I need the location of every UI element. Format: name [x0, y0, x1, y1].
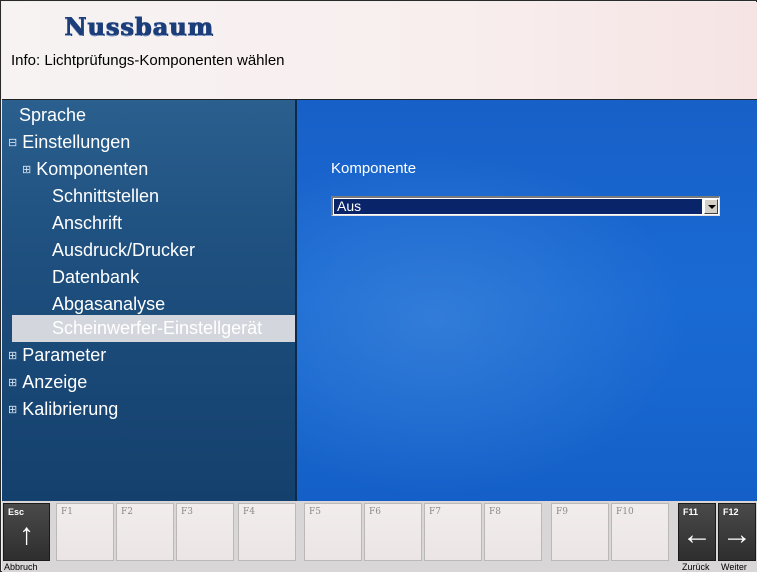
esc-caption: Abbruch: [4, 562, 38, 572]
info-text: Info: Lichtprüfungs-Komponenten wählen: [11, 52, 285, 69]
f4-button[interactable]: F4: [238, 503, 296, 561]
tree-item-label: Scheinwerfer-Einstellgerät: [52, 318, 263, 338]
fkey-label: F11: [683, 507, 699, 517]
tree-item-label: Anschrift: [52, 213, 123, 233]
expand-icon[interactable]: ⊞: [8, 397, 17, 424]
function-key-bar: Esc ↑ Abbruch F1 F2 F3 F4 F5 F6 F7 F8 F9…: [2, 501, 757, 572]
tree-item-label: Abgasanalyse: [52, 294, 166, 314]
f12-next-button[interactable]: F12 →: [718, 503, 756, 561]
tree-item-ausdruck-drucker[interactable]: Ausdruck/Drucker: [52, 237, 195, 264]
f9-button[interactable]: F9: [551, 503, 609, 561]
f6-button[interactable]: F6: [364, 503, 422, 561]
f10-button[interactable]: F10: [611, 503, 669, 561]
tree-item-abgasanalyse[interactable]: Abgasanalyse: [52, 291, 165, 318]
component-select[interactable]: Aus: [331, 196, 720, 216]
fkey-label: F12: [723, 507, 739, 517]
f2-button[interactable]: F2: [116, 503, 174, 561]
tree-item-label: Ausdruck/Drucker: [52, 240, 196, 260]
component-label: Komponente: [331, 160, 417, 177]
tree-item-label: Schnittstellen: [52, 186, 160, 206]
tree-item-scheinwerfer-einstellgeraet[interactable]: Scheinwerfer-Einstellgerät: [12, 315, 295, 342]
f11-back-button[interactable]: F11 ←: [678, 503, 716, 561]
component-select-value[interactable]: Aus: [334, 199, 702, 214]
expand-icon[interactable]: ⊞: [22, 157, 31, 184]
expand-icon[interactable]: ⊞: [8, 343, 17, 370]
tree-item-sprache[interactable]: Sprache: [19, 102, 86, 129]
fkey-label: Esc: [8, 507, 25, 517]
f11-caption: Zurück: [682, 562, 710, 572]
settings-panel: Komponente Aus: [297, 100, 757, 501]
tree-item-datenbank[interactable]: Datenbank: [52, 264, 139, 291]
f1-button[interactable]: F1: [56, 503, 114, 561]
nussbaum-logo: Nussbaum: [64, 12, 214, 41]
tree-item-label: Datenbank: [52, 267, 140, 287]
esc-button[interactable]: Esc ↑: [3, 503, 50, 561]
f8-button[interactable]: F8: [484, 503, 542, 561]
f3-button[interactable]: F3: [176, 503, 234, 561]
arrow-up-icon: ↑: [19, 518, 34, 551]
fkey-label: F7: [429, 507, 441, 517]
arrow-right-icon: →: [722, 518, 752, 551]
fkey-label: F5: [309, 507, 321, 517]
f12-caption: Weiter: [721, 562, 747, 572]
header: Nussbaum Info: Lichtprüfungs-Komponenten…: [2, 2, 757, 99]
tree-item-schnittstellen[interactable]: Schnittstellen: [52, 183, 159, 210]
fkey-label: F10: [616, 507, 634, 517]
chevron-down-icon[interactable]: [704, 199, 718, 214]
f7-button[interactable]: F7: [424, 503, 482, 561]
fkey-label: F4: [243, 507, 255, 517]
app-window: Nussbaum Info: Lichtprüfungs-Komponenten…: [0, 0, 757, 572]
tree-item-komponenten[interactable]: ⊞ Komponenten: [22, 156, 148, 183]
tree-item-label: Anzeige: [22, 372, 88, 392]
tree-item-kalibrierung[interactable]: ⊞ Kalibrierung: [8, 396, 118, 423]
fkey-label: F8: [489, 507, 501, 517]
fkey-label: F9: [556, 507, 568, 517]
tree-item-label: Einstellungen: [22, 132, 131, 152]
fkey-label: F6: [369, 507, 381, 517]
tree-item-label: Kalibrierung: [22, 399, 119, 419]
tree-item-anzeige[interactable]: ⊞ Anzeige: [8, 369, 87, 396]
tree-item-einstellungen[interactable]: ⊟ Einstellungen: [8, 129, 130, 156]
fkey-label: F2: [121, 507, 133, 517]
tree-item-parameter[interactable]: ⊞ Parameter: [8, 342, 106, 369]
tree-item-label: Parameter: [22, 345, 107, 365]
expand-icon[interactable]: ⊞: [8, 370, 17, 397]
tree-item-label: Sprache: [19, 105, 87, 125]
collapse-icon[interactable]: ⊟: [8, 130, 17, 157]
f5-button[interactable]: F5: [304, 503, 362, 561]
tree-item-anschrift[interactable]: Anschrift: [52, 210, 122, 237]
settings-tree: Sprache ⊟ Einstellungen ⊞ Komponenten Schn…: [2, 100, 297, 501]
fkey-label: F1: [61, 507, 73, 517]
tree-item-label: Komponenten: [36, 159, 149, 179]
fkey-label: F3: [181, 507, 193, 517]
arrow-left-icon: ←: [682, 518, 712, 551]
